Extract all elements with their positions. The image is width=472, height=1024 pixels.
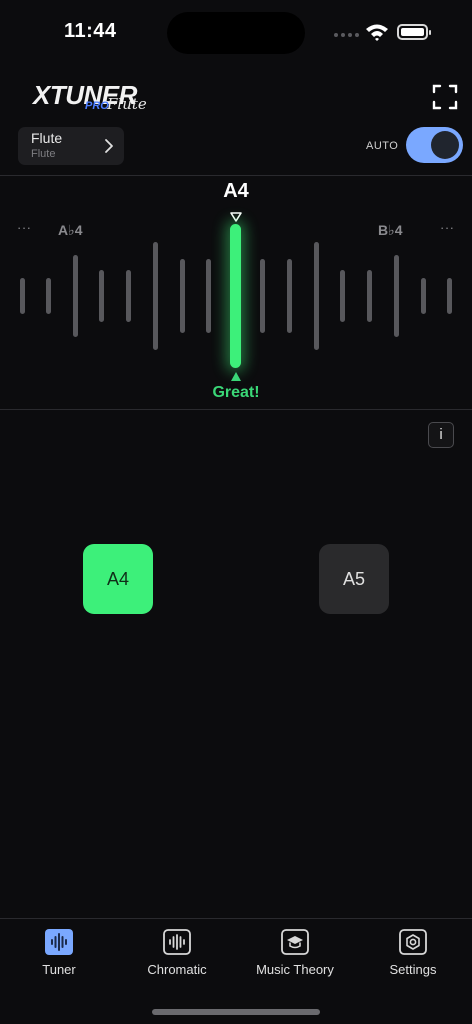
lower-note-label: A♭4 — [58, 222, 83, 238]
auto-label: AUTO — [366, 140, 399, 152]
tab-music-theory[interactable]: Music Theory — [240, 928, 350, 977]
meter-tick — [153, 242, 158, 350]
meter-tick — [260, 259, 265, 333]
instrument-name: Flute — [31, 130, 63, 146]
dynamic-island — [167, 12, 305, 54]
tab-music-theory-label: Music Theory — [256, 962, 334, 977]
meter-tick — [20, 278, 25, 314]
fullscreen-icon[interactable] — [432, 84, 458, 110]
logo-product: Flute — [107, 95, 147, 113]
tab-bar-divider — [0, 918, 472, 919]
pointer-up-icon — [231, 372, 241, 381]
tuning-needle — [230, 224, 241, 368]
meter-tick — [126, 270, 131, 322]
divider — [0, 175, 472, 176]
meter-tick — [206, 259, 211, 333]
meter-tick — [447, 278, 452, 314]
meter-tick — [180, 259, 185, 333]
instrument-subtitle: Flute — [31, 148, 56, 160]
status-time: 11:44 — [64, 20, 117, 42]
meter-tick — [340, 270, 345, 322]
battery-icon — [397, 24, 431, 40]
meter-tick — [99, 270, 104, 322]
tab-tuner-label: Tuner — [42, 962, 76, 977]
cellular-signal-icon — [334, 33, 359, 37]
wifi-icon — [366, 24, 388, 41]
chevron-right-icon — [105, 139, 113, 153]
target-note: A4 — [223, 180, 249, 202]
upper-note-label: B♭4 — [378, 222, 403, 238]
meter-tick — [73, 255, 78, 337]
tab-tuner[interactable]: Tuner — [4, 928, 114, 977]
app-logo: XTUNER PRO Flute — [33, 82, 167, 113]
tuner-waveform-icon — [45, 929, 73, 955]
graduation-cap-icon — [281, 929, 309, 955]
tab-chromatic[interactable]: Chromatic — [122, 928, 232, 977]
pointer-down-icon — [230, 212, 242, 222]
meter-tick — [394, 255, 399, 337]
tab-settings[interactable]: Settings — [358, 928, 468, 977]
auto-toggle[interactable] — [406, 127, 463, 163]
app-screen: 11:44 XTUNER PRO Flute Flute Flute AUTO … — [0, 0, 472, 1024]
info-button[interactable]: i — [428, 422, 454, 448]
tab-settings-label: Settings — [389, 962, 437, 977]
note-button-a4[interactable]: A4 — [83, 544, 153, 614]
more-left-indicator: ··· — [17, 220, 32, 235]
divider — [0, 409, 472, 410]
hex-gear-icon — [399, 929, 427, 955]
meter-tick — [314, 242, 319, 350]
meter-tick — [367, 270, 372, 322]
tab-chromatic-label: Chromatic — [147, 962, 207, 977]
home-indicator[interactable] — [152, 1009, 320, 1015]
tuning-status: Great! — [212, 384, 260, 401]
instrument-selector[interactable]: Flute Flute — [18, 127, 124, 165]
meter-tick — [287, 259, 292, 333]
meter-tick — [46, 278, 51, 314]
logo-edition: PRO — [85, 100, 109, 112]
chromatic-wave-icon — [163, 929, 191, 955]
meter-tick — [421, 278, 426, 314]
more-right-indicator: ··· — [440, 220, 455, 235]
note-button-a5[interactable]: A5 — [319, 544, 389, 614]
toggle-knob — [431, 131, 459, 159]
